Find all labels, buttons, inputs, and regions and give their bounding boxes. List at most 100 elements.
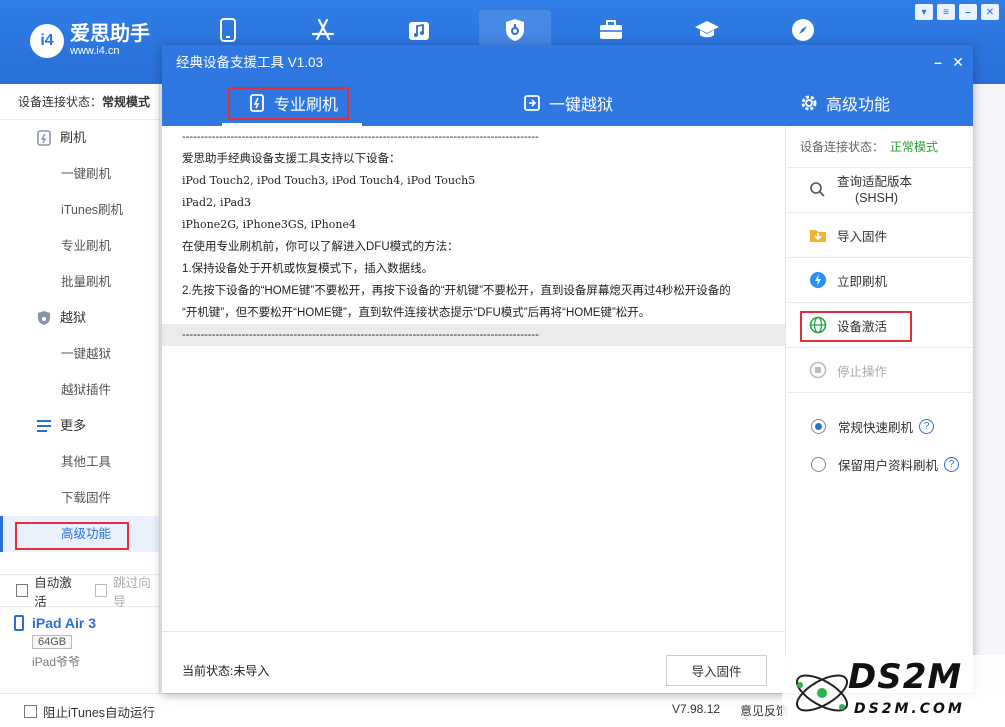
help-icon[interactable]: ?	[944, 456, 960, 472]
highlight-box-pro-flash-tab	[228, 87, 349, 120]
watermark-logo: DS2M DS2M.COM	[782, 655, 1005, 727]
menu-group-label: 更多	[60, 418, 87, 433]
lightning-icon	[809, 271, 827, 289]
radio-button-selected[interactable]	[811, 418, 826, 434]
ipad-icon	[14, 615, 24, 631]
support-tool-dialog: 经典设备支援工具 V1.03 – ✕ 专业刷机 一键越狱 高级功能 ------…	[162, 45, 973, 693]
appstore-icon[interactable]	[287, 10, 359, 50]
tab-advanced[interactable]: 高级功能	[800, 80, 890, 126]
radio-label: 保留用户资料刷机	[838, 458, 939, 473]
radio-label: 常规快速刷机	[838, 420, 914, 435]
status-value: 常规模式	[102, 95, 151, 109]
graduation-cap-icon[interactable]	[671, 10, 743, 50]
window-controls: ▾ ≡ – ✕	[915, 4, 999, 20]
sidebar: 设备连接状态：常规模式 刷机 一键刷机 iTunes刷机 专业刷机 批量刷机 越…	[0, 84, 160, 727]
jailbreak-tab-icon	[523, 94, 541, 112]
highlight-box-activate	[800, 311, 912, 342]
menu-group-flash[interactable]: 刷机	[0, 120, 159, 156]
list-icon[interactable]: ≡	[937, 4, 955, 20]
log-line: 2.先按下设备的“HOME键”不要松开，再按下设备的“开机键”不要松开，直到设备…	[182, 285, 731, 297]
radio-quick-flash[interactable]: 常规快速刷机 ?	[787, 407, 973, 445]
ops-import-firmware-button[interactable]: 导入固件	[787, 213, 973, 258]
menu-group-label: 刷机	[60, 130, 87, 145]
device-model: iPad爷爷	[32, 655, 81, 669]
tab-label: 一键越狱	[549, 97, 614, 114]
radio-button[interactable]	[811, 456, 826, 472]
operations-panel: 设备连接状态： 正常模式 查询适配版本 (SHSH) 导入固件 立即刷机 设备激…	[787, 126, 973, 693]
device-capacity: 64GB	[32, 635, 73, 649]
dialog-minimize-icon[interactable]: –	[929, 53, 947, 71]
version-label: V7.98.12	[672, 702, 721, 716]
compass-icon[interactable]	[767, 10, 839, 50]
folder-import-icon	[809, 226, 827, 244]
log-separator: ----------------------------------------…	[182, 130, 539, 143]
ops-connection-status: 设备连接状态： 正常模式	[787, 126, 973, 168]
flash-now-button[interactable]: 立即刷机	[787, 258, 973, 303]
skip-guide-checkbox	[95, 584, 108, 597]
auto-activate-checkbox[interactable]	[16, 584, 29, 597]
search-shsh-icon	[809, 181, 827, 199]
ops-status-label: 设备连接状态：	[800, 140, 885, 154]
log-status-bar: 当前状态:未导入 导入固件	[162, 631, 786, 693]
minimize-icon[interactable]: –	[959, 4, 977, 20]
shirt-icon[interactable]: ▾	[915, 4, 933, 20]
log-line: iPad2, iPad3	[182, 196, 252, 209]
app-url: www.i4.cn	[70, 45, 120, 57]
dialog-title: 经典设备支援工具 V1.03	[176, 55, 324, 70]
query-version-button[interactable]: 查询适配版本 (SHSH)	[787, 168, 973, 213]
stop-operation-button: 停止操作	[787, 348, 973, 393]
ops-status-value: 正常模式	[890, 140, 939, 154]
import-firmware-button[interactable]: 导入固件	[666, 655, 767, 686]
tab-one-click-jailbreak[interactable]: 一键越狱	[523, 80, 613, 126]
radio-keep-data-flash[interactable]: 保留用户资料刷机 ?	[787, 445, 973, 483]
close-icon[interactable]: ✕	[981, 4, 999, 20]
log-separator: ----------------------------------------…	[162, 324, 785, 346]
app-name: 爱思助手	[70, 23, 150, 45]
music-icon[interactable]	[383, 10, 455, 50]
menu-group-jailbreak[interactable]: 越狱	[0, 300, 159, 336]
block-itunes-checkbox[interactable]	[24, 705, 37, 718]
menu-item-one-click-flash[interactable]: 一键刷机	[0, 156, 159, 192]
log-line: 爱思助手经典设备支援工具支持以下设备：	[182, 153, 401, 165]
menu-item-one-click-jailbreak[interactable]: 一键越狱	[0, 336, 159, 372]
dialog-titlebar: 经典设备支援工具 V1.03 – ✕	[162, 45, 973, 80]
menu-item-download-firmware[interactable]: 下载固件	[0, 480, 159, 516]
log-panel: ----------------------------------------…	[162, 126, 786, 631]
auto-activate-row[interactable]: 自动激活 跳过向导	[0, 574, 160, 609]
log-line: iPod Touch2, iPod Touch3, iPod Touch4, i…	[182, 174, 476, 187]
tab-label: 高级功能	[826, 97, 891, 114]
shield-icon[interactable]	[479, 10, 551, 50]
auto-activate-label: 自动激活	[34, 575, 72, 609]
app-logo[interactable]: i4 爱思助手 www.i4.cn	[30, 24, 150, 58]
more-lines-icon	[36, 418, 52, 434]
op-label: 查询适配版本	[837, 175, 913, 189]
watermark-brand: DS2M	[848, 657, 963, 697]
menu-item-batch-flash[interactable]: 批量刷机	[0, 264, 159, 300]
current-status: 当前状态:未导入	[182, 664, 270, 678]
toolbox-icon[interactable]	[575, 10, 647, 50]
block-itunes-row[interactable]: 阻止iTunes自动运行	[24, 702, 155, 721]
log-line: “开机键”，但不要松开“HOME键”，直到软件连接状态提示“DFU模式”后再将“…	[182, 307, 651, 319]
device-panel[interactable]: iPad Air 3 64GB iPad爷爷	[0, 606, 160, 681]
menu-item-itunes-flash[interactable]: iTunes刷机	[0, 192, 159, 228]
logo-mark: i4	[30, 24, 64, 58]
phone-icon[interactable]	[192, 10, 264, 50]
gear-tab-icon	[800, 94, 818, 112]
feedback-link[interactable]: 意见反馈	[740, 702, 788, 719]
dialog-close-icon[interactable]: ✕	[949, 53, 967, 71]
menu-item-other-tools[interactable]: 其他工具	[0, 444, 159, 480]
jailbreak-shield-icon	[36, 310, 52, 326]
highlight-box-advanced	[15, 522, 129, 550]
log-line: 在使用专业刷机前，你可以了解进入DFU模式的方法：	[182, 241, 459, 253]
menu-item-jailbreak-plugins[interactable]: 越狱插件	[0, 372, 159, 408]
status-label: 设备连接状态：	[18, 95, 103, 109]
op-label: 停止操作	[837, 364, 888, 379]
menu-item-pro-flash[interactable]: 专业刷机	[0, 228, 159, 264]
menu-group-more[interactable]: 更多	[0, 408, 159, 444]
help-icon[interactable]: ?	[919, 418, 935, 434]
skip-guide-label: 跳过向导	[113, 575, 151, 609]
log-line: 1.保持设备处于开机或恢复模式下，插入数据线。	[182, 263, 434, 275]
op-label-sub: (SHSH)	[855, 191, 899, 205]
menu-group-label: 越狱	[60, 310, 87, 325]
stop-icon	[809, 361, 827, 379]
